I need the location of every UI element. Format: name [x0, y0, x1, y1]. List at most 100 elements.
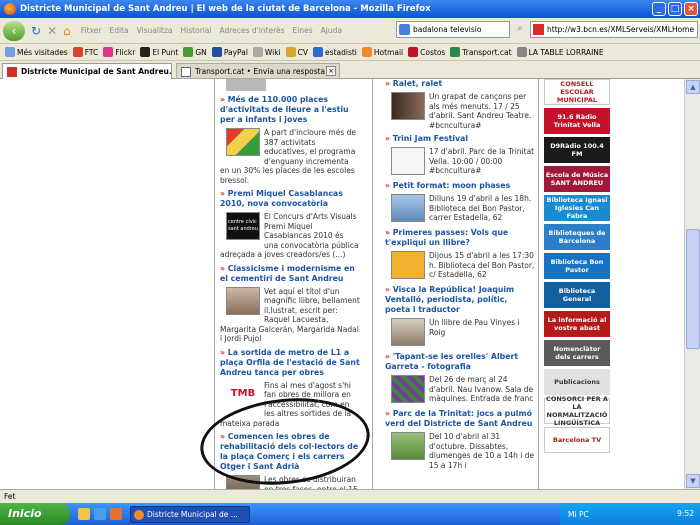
- news-title-link[interactable]: Classicisme i modernisme en el cementiri…: [220, 264, 360, 284]
- news-title-link[interactable]: La sortida de metro de L1 a plaça Orfila…: [220, 348, 360, 378]
- firefox-taskbar-icon[interactable]: [110, 508, 122, 520]
- reload-icon[interactable]: ↻: [31, 24, 41, 38]
- sidebar-link-banner[interactable]: Escola de Música SANT ANDREU: [544, 166, 610, 192]
- home-icon[interactable]: ⌂: [63, 24, 71, 38]
- bookmark-item[interactable]: Més visitades: [5, 47, 68, 57]
- site-favicon-icon: [533, 24, 544, 35]
- menu-bar: Fitxer Edita Visualitza Historial Adrece…: [81, 26, 342, 35]
- start-button[interactable]: Inicio: [0, 503, 70, 525]
- ie-icon[interactable]: [94, 508, 106, 520]
- bookmark-icon: [450, 47, 461, 57]
- agenda-title-link[interactable]: Primeres passes: Vols que t'expliqui un …: [385, 228, 535, 248]
- bookmark-item[interactable]: Wiki: [252, 47, 281, 57]
- agenda-thumbnail[interactable]: [391, 318, 425, 346]
- vertical-scrollbar[interactable]: ▲ ▼: [684, 79, 700, 489]
- sidebar-link-banner[interactable]: La informació al vostre abast: [544, 311, 610, 337]
- menu-tools[interactable]: Eines: [293, 26, 313, 35]
- bookmark-icon: [5, 47, 15, 57]
- agenda-thumbnail[interactable]: [391, 194, 425, 222]
- menu-file[interactable]: Fitxer: [81, 26, 102, 35]
- scrollbar-thumb[interactable]: [686, 229, 700, 349]
- sidebar-link-banner[interactable]: Barcelona TV: [544, 427, 610, 453]
- bookmark-item[interactable]: FTC: [72, 47, 98, 57]
- bookmarks-toolbar: Més visitades FTC Flickr El Punt GN PayP…: [0, 44, 700, 61]
- tab-districte[interactable]: Districte Municipal de Sant Andreu...: [2, 63, 172, 79]
- news-thumbnail[interactable]: centre cívic sant andreu: [226, 212, 260, 240]
- agenda-title-link[interactable]: 'Tapant-se les orelles' Albert Garreta -…: [385, 352, 535, 372]
- news-thumbnail[interactable]: [226, 128, 260, 156]
- bookmark-icon: [211, 47, 222, 57]
- agenda-item: Parc de la Trinitat: jocs a pulmó verd d…: [385, 409, 535, 470]
- agenda-thumbnail[interactable]: [391, 92, 425, 120]
- menu-help[interactable]: Ajuda: [321, 26, 342, 35]
- bookmark-item[interactable]: CV: [285, 47, 308, 57]
- maximize-button[interactable]: □: [668, 2, 682, 16]
- sidebar-link-banner[interactable]: Biblioteca General: [544, 282, 610, 308]
- scroll-up-icon[interactable]: ▲: [686, 80, 700, 94]
- bookmark-item[interactable]: estadisti: [313, 47, 357, 57]
- scroll-down-icon[interactable]: ▼: [686, 474, 700, 488]
- sidebar-link-banner[interactable]: Biblioteca Bon Pastor: [544, 253, 610, 279]
- close-window-button[interactable]: ×: [684, 2, 698, 16]
- agenda-title-link[interactable]: Parc de la Trinitat: jocs a pulmó verd d…: [385, 409, 535, 429]
- bookmark-item[interactable]: LA TABLE LORRAINE: [516, 47, 604, 57]
- agenda-item: Ralet, ralet Un grapat de cançons per al…: [385, 79, 535, 130]
- sidebar-link-banner[interactable]: CONSORCI PER A LA NORMALITZACIÓ LINGÜÍST…: [544, 395, 610, 427]
- bookmark-icon: [103, 47, 114, 57]
- news-title-link[interactable]: Premi Miquel Casablancas 2010, nova conv…: [220, 189, 360, 209]
- bookmark-item[interactable]: Costos: [408, 47, 445, 57]
- column-divider: [538, 79, 539, 489]
- desktop-icon[interactable]: [78, 508, 90, 520]
- page-content: Més de 110.000 places d'activitats de ll…: [0, 79, 700, 489]
- stop-icon[interactable]: ✕: [47, 24, 57, 38]
- menu-history[interactable]: Historial: [181, 26, 212, 35]
- agenda-thumbnail[interactable]: [391, 432, 425, 460]
- bookmark-item[interactable]: Transport.cat: [450, 47, 512, 57]
- tab-favicon-icon: [181, 67, 191, 77]
- news-title-link[interactable]: Més de 110.000 places d'activitats de ll…: [220, 95, 360, 125]
- menu-view[interactable]: Visualitza: [137, 26, 173, 35]
- bookmark-icon: [408, 47, 419, 57]
- search-input[interactable]: badalona televisio ⌕: [396, 21, 523, 38]
- agenda-item: Primeres passes: Vols que t'expliqui un …: [385, 228, 535, 281]
- news-item: Classicisme i modernisme en el cementiri…: [220, 264, 360, 344]
- sidebar-link-banner[interactable]: Biblioteca Ignasi Iglesies Can Fabra: [544, 195, 610, 221]
- sidebar-link-banner[interactable]: D9Ràdio 100.4 FM: [544, 137, 610, 163]
- agenda-title-link[interactable]: Petit format: moon phases: [385, 181, 535, 191]
- sidebar-link-banner[interactable]: Biblioteques de Barcelona: [544, 224, 610, 250]
- bookmark-item[interactable]: Flickr: [103, 47, 135, 57]
- agenda-thumbnail[interactable]: [391, 147, 425, 175]
- news-item: Premi Miquel Casablancas 2010, nova conv…: [220, 189, 360, 260]
- tab-transport[interactable]: Transport.cat • Envia una resposta ×: [176, 63, 340, 79]
- news-thumbnail[interactable]: [226, 286, 260, 315]
- minimize-button[interactable]: _: [652, 2, 666, 16]
- agenda-thumbnail[interactable]: [391, 375, 425, 403]
- tray-label[interactable]: Mi PC: [568, 510, 589, 519]
- bookmark-item[interactable]: PayPal: [211, 47, 248, 57]
- sidebar-link-banner[interactable]: CONSELL ESCOLAR MUNICIPAL: [544, 79, 610, 105]
- agenda-title-link[interactable]: Ralet, ralet: [385, 79, 535, 89]
- taskbar-window-button[interactable]: Districte Municipal de ...: [130, 505, 250, 523]
- agenda-title-link[interactable]: Trini Jam Festival: [385, 134, 535, 144]
- agenda-thumbnail[interactable]: [391, 251, 425, 279]
- back-button[interactable]: ‹: [3, 20, 25, 41]
- quick-launch: [78, 508, 122, 520]
- bookmark-icon: [183, 47, 194, 57]
- tab-close-icon[interactable]: ×: [326, 66, 336, 76]
- bookmark-icon: [361, 47, 372, 57]
- menu-bookmarks[interactable]: Adreces d'interès: [220, 26, 285, 35]
- sidebar-link-banner[interactable]: Nomenclàtor dels carrers: [544, 340, 610, 366]
- bookmark-item[interactable]: Hotmail: [361, 47, 403, 57]
- sidebar-link-banner[interactable]: Publicacions: [544, 369, 610, 395]
- menu-edit[interactable]: Edita: [109, 26, 128, 35]
- window-titlebar: Districte Municipal de Sant Andreu | El …: [0, 0, 700, 18]
- bookmark-item[interactable]: GN: [183, 47, 207, 57]
- agenda-item: 'Tapant-se les orelles' Albert Garreta -…: [385, 352, 535, 405]
- url-input[interactable]: http://w3.bcn.es/XMLServeis/XMLHome: [530, 21, 698, 38]
- bookmark-item[interactable]: El Punt: [140, 47, 178, 57]
- search-icon[interactable]: ⌕: [517, 23, 523, 34]
- sidebar-link-banner[interactable]: 91.6 Ràdio Trinitat Vella: [544, 108, 610, 134]
- system-tray: Mi PC 9:52: [560, 503, 700, 525]
- agenda-title-link[interactable]: Visca la República! Joaquim Ventalló, pe…: [385, 285, 535, 315]
- firefox-icon: [4, 3, 16, 15]
